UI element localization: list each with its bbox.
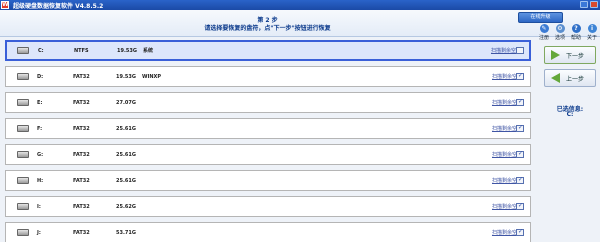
next-step-button[interactable]: 下一步 xyxy=(544,46,596,64)
drive-letter: E: xyxy=(37,100,43,106)
drive-size: 25.61G xyxy=(116,178,136,184)
drive-size: 27.07G xyxy=(116,100,136,106)
drive-row[interactable]: J: FAT32 53.71G 扫描剩余空间 xyxy=(5,222,531,242)
app-logo-icon: W xyxy=(1,1,9,9)
help-icon: ? xyxy=(571,24,581,33)
arrow-right-icon xyxy=(551,50,560,60)
drive-filesystem: FAT32 xyxy=(73,230,90,236)
hard-drive-icon xyxy=(17,99,29,106)
drive-row[interactable]: C: NTFS 19.53G 系统 扫描剩余空间 xyxy=(5,40,531,61)
drive-volume-name: WINXP xyxy=(142,74,162,80)
hard-drive-icon xyxy=(17,125,29,132)
drive-size: 53.71G xyxy=(116,230,136,236)
drive-letter: F: xyxy=(37,126,43,132)
drive-filesystem: FAT32 xyxy=(73,74,90,80)
drive-letter: G: xyxy=(37,152,44,158)
scan-free-space-checkbox[interactable] xyxy=(516,124,524,132)
window-title: 超级硬盘数据恢复软件 V4.8.5.2 xyxy=(13,2,104,10)
selected-info-value: C: xyxy=(566,111,574,118)
scan-free-space-checkbox[interactable] xyxy=(516,47,524,54)
drive-size: 25.61G xyxy=(116,152,136,158)
drive-letter: H: xyxy=(37,178,44,184)
drive-filesystem: FAT32 xyxy=(73,204,90,210)
side-panel: 下一步 上一步 已选信息: C: xyxy=(540,40,600,242)
hard-drive-icon xyxy=(17,151,29,158)
wizard-header: 第 2 步 请选择要恢复的盘符，点"下一步"按钮进行恢复 在线升级 ✎ 注册 ⚙… xyxy=(0,10,600,41)
drive-row[interactable]: F: FAT32 25.61G 扫描剩余空间 xyxy=(5,118,531,139)
drive-row[interactable]: E: FAT32 27.07G 扫描剩余空间 xyxy=(5,92,531,113)
arrow-left-icon xyxy=(551,73,560,83)
drive-filesystem: FAT32 xyxy=(73,126,90,132)
scan-free-space-checkbox[interactable] xyxy=(516,202,524,210)
register-icon: ✎ xyxy=(539,24,549,33)
drive-volume-name: 系统 xyxy=(143,48,154,54)
hard-drive-icon xyxy=(17,203,29,210)
drive-filesystem: FAT32 xyxy=(73,100,90,106)
drive-filesystem: NTFS xyxy=(74,48,89,54)
scan-free-space-checkbox[interactable] xyxy=(516,72,524,80)
scan-free-space-checkbox[interactable] xyxy=(516,98,524,106)
drive-row[interactable]: I: FAT32 25.62G 扫描剩余空间 xyxy=(5,196,531,217)
drive-row[interactable]: D: FAT32 19.53G WINXP 扫描剩余空间 xyxy=(5,66,531,87)
hard-drive-icon xyxy=(17,73,29,80)
title-bar: W 超级硬盘数据恢复软件 V4.8.5.2 xyxy=(0,0,600,10)
scan-free-space-checkbox[interactable] xyxy=(516,176,524,184)
drive-filesystem: FAT32 xyxy=(73,152,90,158)
scan-free-space-checkbox[interactable] xyxy=(516,150,524,158)
about-button[interactable]: i 关于 xyxy=(585,24,599,41)
options-button[interactable]: ⚙ 选项 xyxy=(553,24,567,41)
online-upgrade-button[interactable]: 在线升级 xyxy=(518,12,563,23)
drive-letter: I: xyxy=(37,204,41,210)
next-step-label: 下一步 xyxy=(566,52,585,60)
previous-step-label: 上一步 xyxy=(566,75,585,83)
hard-drive-icon xyxy=(17,229,29,236)
previous-step-button[interactable]: 上一步 xyxy=(544,69,596,87)
drive-size: 19.53G xyxy=(117,48,137,54)
drive-size: 25.62G xyxy=(116,204,136,210)
drive-letter: C: xyxy=(38,48,44,54)
about-icon: i xyxy=(587,24,597,33)
drive-row[interactable]: H: FAT32 25.61G 扫描剩余空间 xyxy=(5,170,531,191)
hard-drive-icon xyxy=(17,47,29,54)
register-button[interactable]: ✎ 注册 xyxy=(537,24,551,41)
window-controls xyxy=(580,1,598,8)
drive-list: C: NTFS 19.53G 系统 扫描剩余空间 D: FAT32 19.53G… xyxy=(5,40,535,242)
drive-letter: J: xyxy=(37,230,41,236)
options-icon: ⚙ xyxy=(555,24,565,33)
drive-filesystem: FAT32 xyxy=(73,178,90,184)
drive-row[interactable]: G: FAT32 25.61G 扫描剩余空间 xyxy=(5,144,531,165)
drive-size: 25.61G xyxy=(116,126,136,132)
drive-size: 19.53G xyxy=(116,74,136,80)
help-button[interactable]: ? 帮助 xyxy=(569,24,583,41)
close-button[interactable] xyxy=(590,1,598,8)
step-instruction: 请选择要恢复的盘符，点"下一步"按钮进行恢复 xyxy=(204,25,331,32)
minimize-button[interactable] xyxy=(580,1,588,8)
drive-letter: D: xyxy=(37,74,44,80)
scan-free-space-checkbox[interactable] xyxy=(516,228,524,236)
hard-drive-icon xyxy=(17,177,29,184)
